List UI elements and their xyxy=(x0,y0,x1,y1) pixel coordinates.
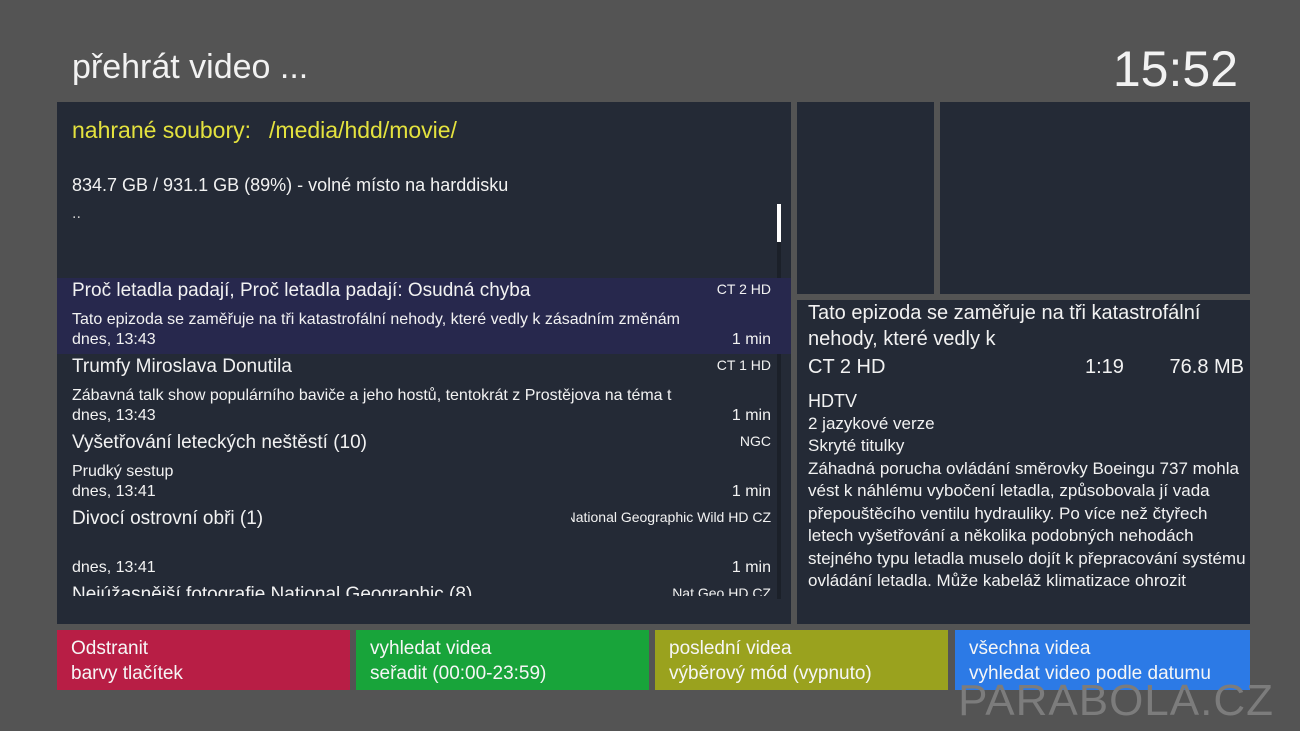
path-label: nahrané soubory: xyxy=(72,117,252,143)
recording-channel: National Geographic Wild HD CZ xyxy=(571,509,771,525)
recording-title: Divocí ostrovní obři (1) xyxy=(72,508,264,529)
recording-title: Trumfy Miroslava Donutila xyxy=(72,356,292,377)
recording-description: Tato epizoda se zaměřuje na tři katastro… xyxy=(72,311,681,328)
red-button-label-2: barvy tlačítek xyxy=(71,663,183,684)
recording-item[interactable]: Vyšetřování leteckých neštěstí (10) NGC … xyxy=(57,430,791,506)
info-synopsis: Záhadná porucha ovládání směrovky Boeing… xyxy=(808,458,1246,591)
recording-date: dnes, 13:43 xyxy=(72,407,156,424)
recording-duration: 1 min xyxy=(731,483,771,500)
info-file-size: 76.8 MB xyxy=(1169,356,1244,378)
yellow-button-recent[interactable]: poslední videa výběrový mód (vypnuto) xyxy=(655,630,948,690)
red-button-delete[interactable]: Odstranit barvy tlačítek xyxy=(57,630,350,690)
recording-title: Nejúžasnější fotografie National Geograp… xyxy=(72,584,473,596)
clock: 15:52 xyxy=(1112,41,1238,97)
green-button-search[interactable]: vyhledat videa seřadit (00:00-23:59) xyxy=(356,630,649,690)
recording-date: dnes, 13:43 xyxy=(72,331,156,348)
yellow-button-label-1: poslední videa xyxy=(669,638,792,659)
green-button-label-1: vyhledat videa xyxy=(370,638,492,659)
info-subtitles: Skryté titulky xyxy=(808,436,905,455)
recording-channel: Nat Geo HD CZ xyxy=(672,585,771,596)
blue-button-label-1: všechna videa xyxy=(969,638,1091,659)
info-audio-versions: 2 jazykové verze xyxy=(808,413,935,433)
recording-description: Zábavná talk show populárního baviče a j… xyxy=(72,387,672,404)
recording-date: dnes, 13:41 xyxy=(72,559,156,576)
info-video-format: HDTV xyxy=(808,391,857,411)
recording-item[interactable]: Trumfy Miroslava Donutila CT 1 HD Zábavn… xyxy=(57,354,791,430)
recording-item[interactable]: Proč letadla padají, Proč letadla padají… xyxy=(57,278,791,354)
watermark: PARABOLA.CZ xyxy=(958,676,1274,725)
disk-space-info: 834.7 GB / 931.1 GB (89%) - volné místo … xyxy=(72,175,509,195)
red-button-label-1: Odstranit xyxy=(71,638,149,659)
info-channel: CT 2 HD xyxy=(808,356,886,378)
info-title: Tato epizoda se zaměřuje na tři katastro… xyxy=(808,302,1201,350)
info-details: HDTV 2 jazykové verze Skryté titulky Záh… xyxy=(808,390,1246,593)
recording-title: Proč letadla padají, Proč letadla padají… xyxy=(72,280,531,301)
recording-info-panel: Tato epizoda se zaměřuje na tři katastro… xyxy=(797,300,1250,624)
parent-directory-entry[interactable]: .. xyxy=(72,205,81,223)
recording-duration: 1 min xyxy=(731,407,771,424)
scrollbar-thumb[interactable] xyxy=(777,204,781,242)
current-path: /media/hdd/movie/ xyxy=(269,117,457,143)
green-button-label-2: seřadit (00:00-23:59) xyxy=(370,663,547,684)
recordings-panel: nahrané soubory: /media/hdd/movie/ 834.7 … xyxy=(57,102,791,624)
video-preview xyxy=(940,102,1250,294)
info-duration: 1:19 xyxy=(1085,356,1124,378)
recording-duration: 1 min xyxy=(731,559,771,576)
recording-title: Vyšetřování leteckých neštěstí (10) xyxy=(72,432,367,453)
recording-channel: NGC xyxy=(739,433,771,449)
page-title: přehrát video ... xyxy=(72,48,309,86)
recording-description: Prudký sestup xyxy=(72,463,174,480)
recording-duration: 1 min xyxy=(731,331,771,348)
recording-channel: CT 2 HD xyxy=(716,281,771,297)
recording-date: dnes, 13:41 xyxy=(72,483,156,500)
yellow-button-label-2: výběrový mód (vypnuto) xyxy=(669,663,872,684)
recording-channel: CT 1 HD xyxy=(716,357,771,373)
path-line: nahrané soubory: /media/hdd/movie/ xyxy=(72,117,475,144)
recording-item[interactable]: Nejúžasnější fotografie National Geograp… xyxy=(57,582,791,596)
recordings-list: Proč letadla padají, Proč letadla padají… xyxy=(57,278,791,596)
preview-thumbnail xyxy=(797,102,934,294)
recording-item[interactable]: Divocí ostrovní obři (1) National Geogra… xyxy=(57,506,791,582)
